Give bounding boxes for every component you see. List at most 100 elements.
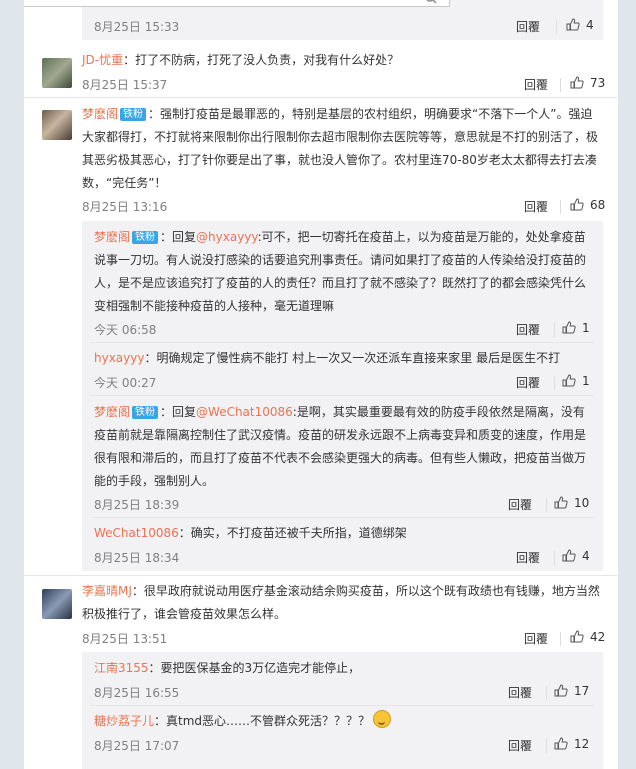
reply-prefix: ：回复	[160, 230, 197, 244]
comment-body: ：打了不防病，打死了没人负责，对我有什么好处？	[123, 53, 400, 67]
avatar[interactable]	[42, 589, 72, 619]
like-count: 4	[582, 549, 590, 563]
thumbs-up-icon	[562, 321, 576, 334]
comment-body: ：强制打疫苗是最罪恶的，特别是基层的农村组织，明确要求“不落下一个人”。强迫大家…	[82, 107, 599, 190]
comment-panel: 8月25日 15:33 回覆 4 JD-忧重：打了不防病，打死了没人负责，对我有…	[24, 0, 618, 769]
comment-text: 梦麽阁 铁粉 ：强制打疫苗是最罪恶的，特别是基层的农村组织，明确要求“不落下一个人”…	[82, 103, 604, 195]
divider	[90, 705, 594, 706]
reply-button[interactable]: 回覆	[524, 630, 548, 647]
fan-badge: 铁粉	[132, 406, 159, 419]
comment-text: 梦麽阁 铁粉 ：回复@WeChat10086:是啊，其实最重要最有效的防疫手段依然是…	[94, 401, 594, 493]
reply-button[interactable]: 回覆	[516, 18, 540, 35]
like-count: 12	[574, 737, 590, 751]
username-link[interactable]: 糖炒荔子儿	[94, 714, 154, 728]
fan-badge: 铁粉	[132, 231, 159, 244]
avatar[interactable]	[42, 110, 72, 140]
like-count: 73	[590, 76, 606, 90]
thumbs-up-icon	[554, 684, 568, 697]
like-button[interactable]: 1	[562, 374, 590, 388]
username-link[interactable]: 梦麽阁	[94, 230, 130, 244]
like-count: 42	[590, 630, 606, 644]
avatar[interactable]	[42, 58, 72, 88]
comment-time: 8月25日 15:33	[94, 20, 180, 34]
separator	[546, 739, 547, 753]
like-button[interactable]: 4	[566, 18, 594, 32]
comment-body: ：真tmd恶心……不管群众死活？？？？	[154, 714, 371, 728]
comment-text: 江南3155：要把医保基金的3万亿造完才能停止，	[94, 657, 594, 680]
divider	[90, 517, 594, 518]
reply-button[interactable]: 回覆	[508, 737, 532, 754]
username-link[interactable]: hyxayyy	[94, 351, 144, 365]
separator	[560, 78, 561, 92]
fan-badge: 铁粉	[120, 108, 147, 121]
like-count: 17	[574, 684, 590, 698]
sweat-smile-emoji-icon	[373, 710, 392, 728]
username-link[interactable]: WeChat10086	[94, 526, 179, 540]
comment-text: 糖炒荔子儿：真tmd恶心……不管群众死活？？？？	[94, 710, 594, 733]
thumbs-up-icon	[570, 630, 584, 643]
reply-button[interactable]: 回覆	[516, 549, 540, 566]
thumbs-up-icon	[554, 737, 568, 750]
comment-text: 梦麽阁 铁粉 ：回复@hyxayyy:可不，把一切寄托在疫苗上，以为疫苗是万能的，处…	[94, 226, 594, 318]
divider	[90, 395, 594, 396]
reply-button[interactable]: 回覆	[508, 496, 532, 513]
comment-text: JD-忧重：打了不防病，打死了没人负责，对我有什么好处？	[82, 49, 602, 72]
divider	[24, 575, 618, 576]
comment-text: WeChat10086：确实，不打疫苗还被千夫所指，道德绑架	[94, 522, 594, 545]
like-count: 4	[586, 18, 594, 32]
comment-time: 8月25日 15:37	[82, 78, 168, 92]
thumbs-up-icon	[570, 198, 584, 211]
reply-button[interactable]: 回覆	[516, 374, 540, 391]
like-button[interactable]: 73	[570, 76, 605, 90]
comment-time: 8月25日 13:51	[82, 632, 168, 646]
username-link[interactable]: 梦麽阁	[82, 107, 118, 121]
like-button[interactable]: 68	[570, 198, 605, 212]
comment-time: 8月25日 18:34	[94, 551, 180, 565]
comment-text: hyxayyy：明确规定了慢性病不能打 村上一次又一次还派车直接来家里 最后是医…	[94, 347, 594, 370]
separator	[554, 551, 555, 565]
separator	[560, 200, 561, 214]
reply-button[interactable]: 回覆	[524, 76, 548, 93]
like-count: 68	[590, 198, 606, 212]
like-button[interactable]: 42	[570, 630, 605, 644]
username-link[interactable]: 梦麽阁	[94, 405, 130, 419]
username-link[interactable]: JD-忧重	[82, 53, 123, 67]
mention-link[interactable]: @hyxayyy	[196, 230, 258, 244]
divider	[24, 97, 618, 98]
thumbs-up-icon	[562, 549, 576, 562]
comment-body: ：明确规定了慢性病不能打 村上一次又一次还派车直接来家里 最后是医生不打	[144, 351, 561, 365]
comment-time: 8月25日 13:16	[82, 200, 168, 214]
reply-prefix: ：回复	[160, 405, 197, 419]
like-count: 1	[582, 374, 590, 388]
comment-time: 8月25日 17:07	[94, 739, 180, 753]
comment-body: ：要把医保基金的3万亿造完才能停止，	[148, 661, 361, 675]
thumbs-up-icon	[570, 76, 584, 89]
thumbs-up-icon	[554, 496, 568, 509]
thumbs-up-icon	[562, 374, 576, 387]
comment-time: 今天 00:27	[94, 376, 157, 390]
comment-time: 今天 06:58	[94, 323, 157, 337]
separator	[556, 20, 557, 34]
like-button[interactable]: 17	[554, 684, 589, 698]
comment-text: 李嘉晴MJ：很早政府就说动用医疗基金滚动结余购买疫苗，所以这个既有政绩也有钱赚，…	[82, 580, 604, 626]
search-bar[interactable]	[24, 0, 450, 7]
like-count: 10	[574, 496, 590, 510]
separator	[554, 323, 555, 337]
like-button[interactable]: 12	[554, 737, 589, 751]
like-button[interactable]: 4	[562, 549, 590, 563]
separator	[546, 498, 547, 512]
mention-link[interactable]: @WeChat10086	[196, 405, 293, 419]
search-icon[interactable]	[425, 0, 437, 7]
like-count: 1	[582, 321, 590, 335]
comment-body: ：很早政府就说动用医疗基金滚动结余购买疫苗，所以这个既有政绩也有钱赚，地方当然积…	[82, 584, 600, 621]
username-link[interactable]: 李嘉晴MJ	[82, 584, 132, 598]
separator	[546, 686, 547, 700]
reply-button[interactable]: 回覆	[508, 684, 532, 701]
like-button[interactable]: 10	[554, 496, 589, 510]
reply-button[interactable]: 回覆	[524, 198, 548, 215]
like-button[interactable]: 1	[562, 321, 590, 335]
divider	[90, 342, 594, 343]
comment-time: 8月25日 18:39	[94, 498, 180, 512]
username-link[interactable]: 江南3155	[94, 661, 149, 675]
reply-button[interactable]: 回覆	[516, 321, 540, 338]
